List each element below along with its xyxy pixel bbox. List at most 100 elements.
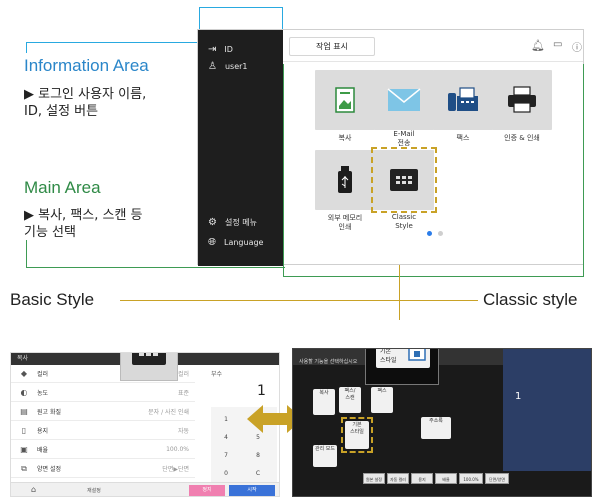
copies-value: 1 <box>257 383 266 399</box>
basic-style-grid-icon <box>132 353 166 365</box>
basic-row-density[interactable]: ◐ 농도 표준 <box>11 384 195 402</box>
user-row[interactable]: ♙ user1 <box>208 61 248 72</box>
basic-row-label: 배율 <box>37 447 49 454</box>
classic-tile-label: 팩스 <box>377 388 387 394</box>
classic-tile-label: 복사 <box>319 390 329 396</box>
basic-callout <box>120 353 178 381</box>
basic-row-value: 단면▶단면 <box>162 466 189 473</box>
basic-row-value: 표준 <box>177 390 189 397</box>
basic-row-label: 컬러 <box>37 371 49 378</box>
top-bar: 작업 표시 🔔︎ ▭ ⓘ <box>283 30 583 62</box>
basic-row-zoom[interactable]: ▣ 배율 100.0% <box>11 441 195 459</box>
classic-fax-tile[interactable]: 팩스 <box>371 387 393 413</box>
duplex-icon: ⧉ <box>21 463 27 473</box>
classic-addressbook-tile[interactable]: 주소록 <box>421 417 451 439</box>
classic-admin-tile[interactable]: 관리 모드 <box>313 445 337 467</box>
classic-tile-label: 주소록 <box>429 418 443 424</box>
basic-row-value: 100.0% <box>166 446 189 453</box>
classic-style-label: Classic style <box>483 290 578 309</box>
classic-stepper-value: 1 <box>515 391 522 402</box>
document-icon[interactable]: ▭ <box>553 39 562 50</box>
user-name-label: user1 <box>224 62 248 71</box>
classic-color-button[interactable]: 자동 컬러 <box>387 473 409 484</box>
basic-row-paper[interactable]: ▯ 용지 자동 <box>11 422 195 440</box>
paper-icon: ▯ <box>21 426 27 435</box>
zoom-icon: ▣ <box>20 445 28 454</box>
classic-side-panel: 1 <box>503 349 591 471</box>
info-highlight-top <box>199 7 283 8</box>
basic-row-quality[interactable]: ▤ 원고 화질 문자 / 사진 인쇄 <box>11 403 195 421</box>
login-icon: ⇥ <box>208 44 217 55</box>
classic-tile-highlight <box>341 417 373 453</box>
login-id-label: ID <box>224 45 233 54</box>
classic-scan-tile[interactable]: 팩스/ 스캔 <box>339 387 361 413</box>
stop-button[interactable]: 정지 <box>189 485 225 496</box>
classic-original-button[interactable]: 원본 설정 <box>363 473 385 484</box>
classic-copy-tile[interactable]: 복사 <box>313 389 335 415</box>
main-area-title: Main Area <box>24 178 101 197</box>
classic-header-message: 사용할 기능을 선택하십시오 <box>299 359 358 365</box>
key-1[interactable]: 1 <box>213 409 239 429</box>
info-highlight-left <box>199 7 200 29</box>
user-icon: ♙ <box>208 61 217 72</box>
info-highlight-right <box>282 7 283 29</box>
classic-style-screenshot: 사용할 기능을 선택하십시오 복사 팩스/ 스캔 팩스 기본 스타일 주소록 관… <box>292 348 592 497</box>
classic-tile-label: 팩스/ 스캔 <box>344 388 356 401</box>
basic-footer: ⌂ 재설정 정지 시작 <box>11 482 279 496</box>
language-row[interactable]: 🌐︎ Language <box>208 237 263 248</box>
basic-row-value: 컬러 <box>177 371 189 378</box>
classic-zoom-button[interactable]: 배율 <box>435 473 457 484</box>
basic-row-label: 양면 설정 <box>37 466 61 473</box>
density-icon: ◐ <box>20 388 28 397</box>
reset-button[interactable]: 재설정 <box>87 487 101 494</box>
information-area-description: ▶ 로그인 사용자 이름, ID, 설정 버튼 <box>24 87 147 119</box>
bell-icon[interactable]: 🔔︎ <box>531 39 545 52</box>
key-7[interactable]: 7 <box>213 445 239 465</box>
basic-row-value: 자동 <box>177 428 189 435</box>
basic-row-value: 문자 / 사진 인쇄 <box>148 409 189 416</box>
basic-row-label: 원고 화질 <box>37 409 61 416</box>
info-connector-vertical <box>26 42 27 53</box>
gold-connector-vertical <box>399 265 400 300</box>
copies-label: 부수 <box>211 371 223 378</box>
basic-header-title: 복사 <box>17 355 29 362</box>
gold-connector-horizontal <box>120 300 478 301</box>
classic-callout-label: 기본 스타일 <box>380 348 397 364</box>
globe-icon: 🌐︎ <box>208 237 216 248</box>
settings-menu-label: 설정 메뉴 <box>224 218 257 227</box>
classic-callout-inner: 기본 스타일 <box>376 348 430 368</box>
job-display-tab[interactable]: 작업 표시 <box>289 37 375 56</box>
information-area-sidebar: ⇥ ID ♙ user1 ⚙ 설정 메뉴 🌐︎ Language <box>198 30 283 266</box>
main-area-highlight-frame <box>283 64 584 277</box>
classic-paper-button[interactable]: 용지 <box>411 473 433 484</box>
basic-row-duplex[interactable]: ⧉ 양면 설정 단면▶단면 <box>11 460 195 478</box>
login-id-row[interactable]: ⇥ ID <box>208 44 233 55</box>
basic-style-tile-icon <box>408 349 426 361</box>
basic-style-screenshot: 복사 ◆ 컬러 컬러 ◐ 농도 표준 ▤ 원고 화질 문자 / 사진 인쇄 ▯ 용지 자동 ▣ 배… <box>10 352 280 497</box>
settings-menu-row[interactable]: ⚙ 설정 메뉴 <box>208 217 257 228</box>
info-icon[interactable]: ⓘ <box>572 39 582 54</box>
main-area-description: ▶ 복사, 팩스, 스캔 등 기능 선택 <box>24 208 143 240</box>
basic-row-label: 용지 <box>37 428 49 435</box>
quality-icon: ▤ <box>20 407 28 416</box>
information-area-title: Information Area <box>24 56 149 75</box>
color-icon: ◆ <box>20 369 28 378</box>
key-8[interactable]: 8 <box>245 445 271 465</box>
settings-icon: ⚙ <box>208 217 217 228</box>
classic-zoom-value[interactable]: 100.0% <box>459 473 483 484</box>
basic-style-label: Basic Style <box>10 290 95 309</box>
start-button[interactable]: 시작 <box>229 485 275 496</box>
basic-row-label: 농도 <box>37 390 49 397</box>
classic-duplex-button[interactable]: 단면/양면 <box>485 473 509 484</box>
main-area-bracket-bottom <box>26 267 285 268</box>
key-0[interactable]: 0 <box>213 463 239 483</box>
main-area-bracket <box>26 240 27 268</box>
key-4[interactable]: 4 <box>213 427 239 447</box>
classic-callout: 기본 스타일 <box>365 348 439 385</box>
classic-tile-label: 관리 모드 <box>315 446 335 452</box>
info-connector-horizontal <box>26 42 199 43</box>
home-icon[interactable]: ⌂ <box>31 485 36 494</box>
gold-connector-drop <box>399 300 400 320</box>
key-clear[interactable]: C <box>245 463 271 483</box>
language-label: Language <box>224 238 264 247</box>
